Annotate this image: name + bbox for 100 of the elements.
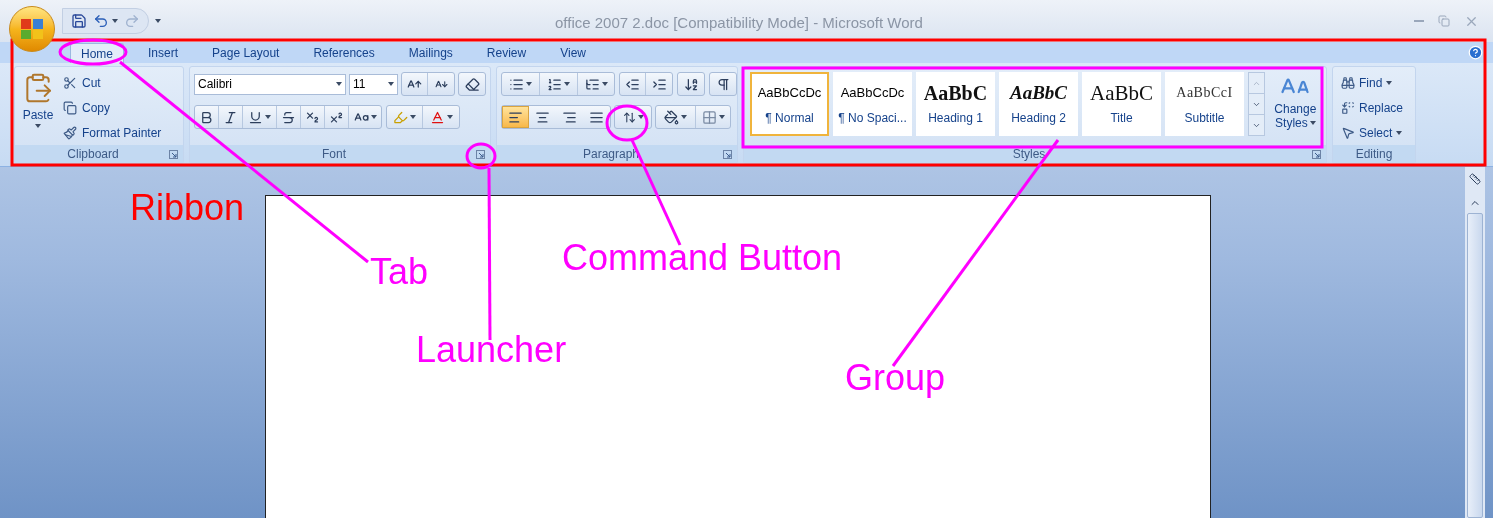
minimize-icon bbox=[1414, 20, 1424, 22]
ribbon-tab[interactable]: Page Layout bbox=[202, 43, 290, 63]
group-label: Paragraph bbox=[581, 146, 640, 163]
redo-icon bbox=[124, 13, 140, 29]
help-icon bbox=[1468, 45, 1483, 60]
office-button[interactable] bbox=[9, 6, 55, 52]
clipboard-command[interactable]: Cut bbox=[63, 72, 162, 93]
caret-icon bbox=[1396, 131, 1403, 135]
caret-icon bbox=[35, 124, 41, 128]
editing-command[interactable]: Find bbox=[1341, 72, 1411, 94]
align-icon bbox=[535, 109, 550, 125]
annotation-label: Launcher bbox=[416, 330, 567, 370]
caret-icon bbox=[1309, 121, 1316, 125]
caret-icon bbox=[112, 19, 118, 23]
align-icon bbox=[562, 109, 577, 125]
launcher-icon bbox=[475, 149, 485, 159]
align-icon bbox=[508, 109, 523, 125]
align-icon bbox=[589, 109, 604, 125]
caret-icon bbox=[637, 115, 644, 119]
save-button[interactable] bbox=[71, 13, 87, 29]
ribbon-tab[interactable]: Review bbox=[476, 43, 537, 63]
restore-icon bbox=[1438, 15, 1450, 27]
style-gallery-item[interactable]: AaBbCcI Subtitle bbox=[1165, 72, 1244, 136]
style-gallery-item[interactable]: AaBbCcDc ¶ Normal bbox=[750, 72, 829, 136]
clipboard-command[interactable]: Copy bbox=[63, 97, 162, 118]
borders-icon bbox=[701, 109, 717, 125]
strikethrough-icon bbox=[281, 109, 296, 125]
decrease-indent-icon bbox=[625, 76, 640, 92]
editing-command[interactable]: Replace bbox=[1341, 97, 1411, 119]
launcher-button[interactable] bbox=[721, 148, 733, 160]
command-icon bbox=[1341, 76, 1355, 90]
style-gallery-item[interactable]: AaBbC Heading 1 bbox=[916, 72, 995, 136]
multilevel-list-icon bbox=[584, 76, 600, 92]
launcher-button[interactable] bbox=[474, 148, 486, 160]
caret-icon bbox=[526, 82, 532, 86]
caret-icon bbox=[265, 115, 271, 119]
command-icon bbox=[63, 75, 77, 90]
window-title: office 2007 2.doc [Compatibility Mode] - Microsoft Word bbox=[555, 13, 923, 33]
caret-icon bbox=[335, 82, 342, 86]
caret-icon bbox=[370, 115, 377, 119]
annotation-label: Group bbox=[845, 358, 946, 398]
tab-highlight-ellipse bbox=[58, 38, 128, 66]
sort-icon bbox=[683, 76, 699, 92]
increase-indent-icon bbox=[651, 76, 667, 92]
group-label: Styles bbox=[1011, 146, 1047, 163]
help-button[interactable] bbox=[1468, 45, 1483, 60]
command-icon bbox=[1341, 101, 1355, 115]
launcher-icon bbox=[722, 149, 732, 159]
font-name-dropdown[interactable]: Calibri bbox=[194, 73, 346, 95]
command-icon bbox=[63, 100, 77, 115]
launcher-highlight-ellipse bbox=[465, 142, 497, 170]
caret-icon bbox=[681, 115, 687, 119]
launcher-button[interactable] bbox=[167, 148, 179, 160]
undo-button[interactable] bbox=[93, 13, 118, 29]
subscript-icon bbox=[305, 109, 320, 125]
ribbon-tab[interactable]: View bbox=[550, 43, 596, 63]
ribbon-tab[interactable]: Mailings bbox=[398, 43, 463, 63]
command-highlight-ellipse bbox=[605, 104, 649, 142]
scroll-thumb[interactable] bbox=[1467, 213, 1483, 518]
underline-icon bbox=[248, 109, 263, 125]
caret-icon bbox=[410, 115, 416, 119]
style-gallery-item[interactable]: AaBbC Title bbox=[1082, 72, 1161, 136]
launcher-button[interactable] bbox=[1310, 148, 1322, 160]
group-label: Font bbox=[321, 146, 347, 163]
undo-icon bbox=[93, 13, 109, 29]
superscript-icon bbox=[329, 109, 344, 125]
office-logo-icon bbox=[20, 18, 44, 40]
ribbon-tab[interactable]: Insert bbox=[138, 43, 189, 63]
annotation-label: Ribbon bbox=[130, 188, 245, 228]
paint-bucket-icon bbox=[664, 109, 679, 125]
annotation-label: Tab bbox=[370, 252, 429, 292]
clipboard-command[interactable]: Format Painter bbox=[63, 122, 162, 143]
caret-icon bbox=[155, 19, 161, 23]
ruler-button[interactable] bbox=[1469, 173, 1481, 185]
style-gallery-item[interactable]: AaBbCcDc ¶ No Spaci... bbox=[833, 72, 912, 136]
save-icon bbox=[71, 13, 87, 29]
paste-button[interactable]: Paste bbox=[19, 72, 57, 143]
command-icon bbox=[63, 125, 77, 140]
font-size-dropdown[interactable]: 11 bbox=[348, 73, 398, 95]
editing-command[interactable]: Select bbox=[1341, 122, 1411, 144]
group-label: Editing bbox=[1354, 146, 1394, 163]
caret-icon bbox=[601, 82, 608, 86]
eraser-icon bbox=[464, 76, 480, 92]
highlighter-icon bbox=[393, 109, 408, 125]
ribbon-tab[interactable]: References bbox=[303, 43, 385, 63]
font-color-icon bbox=[429, 109, 445, 125]
italic-icon bbox=[223, 109, 238, 125]
align-button[interactable] bbox=[502, 106, 529, 128]
caret-icon bbox=[564, 82, 570, 86]
pilcrow-icon bbox=[715, 76, 731, 92]
style-gallery-item[interactable]: AaBbC Heading 2 bbox=[999, 72, 1078, 136]
change-styles-button[interactable]: Change Styles bbox=[1268, 72, 1322, 130]
caret-icon bbox=[388, 82, 394, 86]
caret-icon bbox=[446, 115, 453, 119]
numbering-icon bbox=[547, 76, 562, 92]
customize-toolbar-button[interactable] bbox=[155, 19, 161, 23]
bold-icon bbox=[199, 109, 214, 125]
line-spacing-icon bbox=[622, 110, 636, 124]
annotation-label: Command Button bbox=[562, 238, 843, 278]
ruler-icon bbox=[1469, 173, 1481, 185]
